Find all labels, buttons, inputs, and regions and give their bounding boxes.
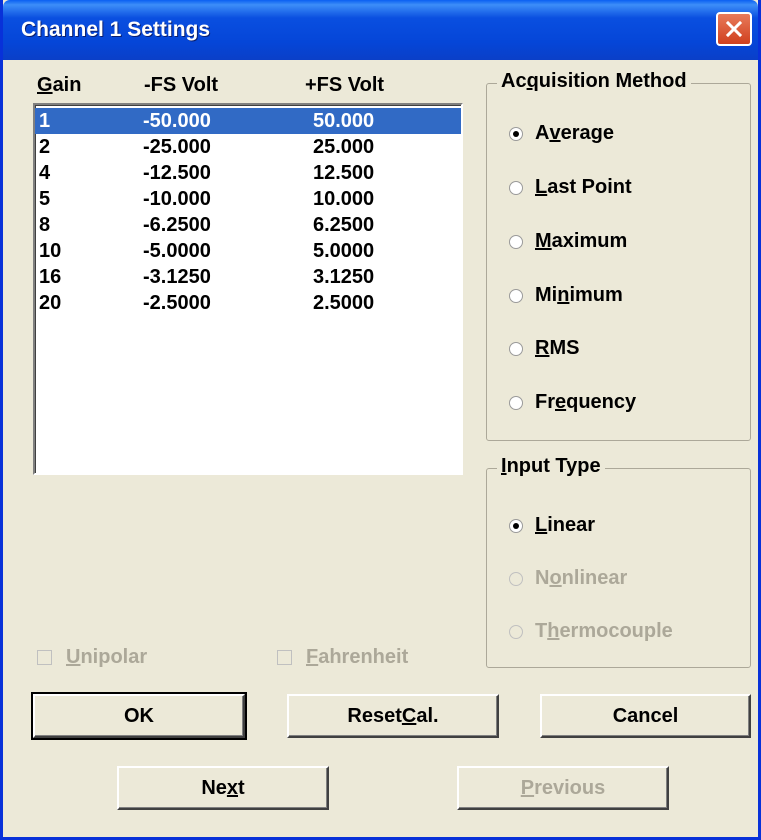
radio-icon <box>509 395 523 410</box>
acquisition-method-legend: Acquisition Method <box>497 70 691 93</box>
ok-button[interactable]: OK <box>31 692 247 740</box>
list-item[interactable]: 8 -6.2500 6.2500 <box>35 212 461 238</box>
radio-last-point[interactable]: Last Point <box>509 176 632 199</box>
radio-thermocouple: Th ermocouple <box>509 620 673 643</box>
radio-frequency[interactable]: Fr e quency <box>509 391 636 414</box>
input-type-group: Input Type Linear No nlinear Th ermocouple <box>486 455 751 668</box>
window-title: Channel 1 Settings <box>21 18 211 41</box>
settings-dialog: Channel 1 Settings Gain -FS Volt +FS Vol… <box>0 0 761 840</box>
header-pos-fs-volt: +FS Volt <box>305 74 385 96</box>
radio-icon <box>509 180 523 195</box>
title-bar[interactable]: Channel 1 Settings <box>3 0 758 60</box>
radio-maximum[interactable]: Maximum <box>509 230 627 253</box>
list-item[interactable]: 16 -3.1250 3.1250 <box>35 264 461 290</box>
checkbox-icon <box>37 650 52 665</box>
gain-list[interactable]: 1 -50.000 50.000 2 -25.000 25.000 4 -12.500 12… <box>33 103 463 475</box>
radio-checked-icon <box>509 518 523 533</box>
radio-linear[interactable]: Linear <box>509 514 595 537</box>
close-icon <box>725 20 743 38</box>
header-gain: Gain <box>37 74 82 96</box>
list-item[interactable]: 2 -25.000 25.000 <box>35 134 461 160</box>
reset-cal-button[interactable]: Reset Cal. <box>287 694 499 738</box>
radio-average[interactable]: Av erage <box>509 122 614 145</box>
checkbox-icon <box>277 650 292 665</box>
list-item[interactable]: 1 -50.000 50.000 <box>35 108 461 134</box>
unipolar-checkbox: Unipolar <box>37 646 147 669</box>
next-button[interactable]: Ne x t <box>117 766 329 810</box>
radio-icon <box>509 341 523 356</box>
list-item[interactable]: 4 -12.500 12.500 <box>35 160 461 186</box>
input-type-legend: Input Type <box>497 455 605 478</box>
radio-rms[interactable]: R MS <box>509 337 579 360</box>
radio-minimum[interactable]: Mi n imum <box>509 284 623 307</box>
radio-checked-icon <box>509 126 523 141</box>
list-item[interactable]: 5 -10.000 10.000 <box>35 186 461 212</box>
close-button[interactable] <box>716 12 752 46</box>
list-item[interactable]: 20 -2.5000 2.5000 <box>35 290 461 316</box>
radio-nonlinear: No nlinear <box>509 567 627 590</box>
radio-icon <box>509 571 523 586</box>
previous-button: Previous <box>457 766 669 810</box>
header-neg-fs-volt: -FS Volt <box>144 74 219 96</box>
cancel-button[interactable]: Cancel <box>540 694 751 738</box>
radio-icon <box>509 234 523 249</box>
fahrenheit-checkbox: Fahrenheit <box>277 646 408 669</box>
radio-icon <box>509 624 523 639</box>
radio-icon <box>509 288 523 303</box>
acquisition-method-group: Acquisition Method Av erage Last Point Ma… <box>486 70 751 441</box>
list-item[interactable]: 10 -5.0000 5.0000 <box>35 238 461 264</box>
